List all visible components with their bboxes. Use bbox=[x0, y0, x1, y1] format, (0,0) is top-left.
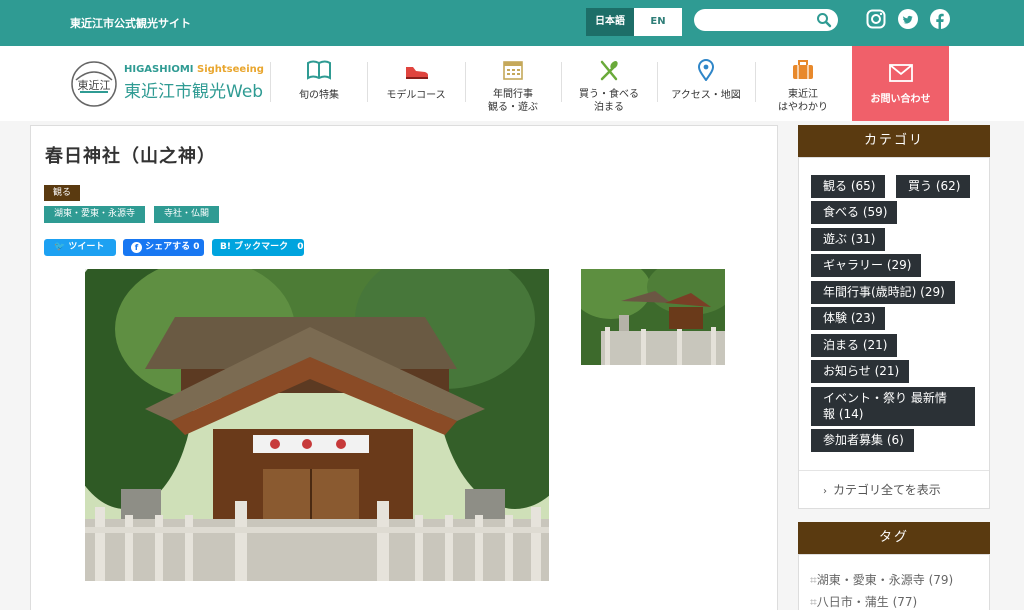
tag-icon: ⌗ bbox=[810, 573, 817, 587]
tag-heading: タグ bbox=[798, 522, 990, 554]
nav-model-course[interactable]: モデルコース bbox=[368, 46, 464, 121]
category-link[interactable]: 観る (65) bbox=[811, 175, 886, 198]
twitter-bird-icon: 🐦 bbox=[54, 242, 66, 252]
category-link[interactable]: 体験 (23) bbox=[811, 307, 886, 330]
nav-shop-eat-stay[interactable]: 買う・食べる 泊まる bbox=[562, 46, 656, 121]
shoe-icon bbox=[406, 67, 428, 79]
facebook-share-count: 0 bbox=[193, 242, 200, 252]
nav-feature[interactable]: 旬の特集 bbox=[272, 46, 366, 121]
nav-divider bbox=[270, 62, 271, 102]
site-logo[interactable]: 東近江 HIGASHIOMI Sightseeing 東近江市観光Web bbox=[68, 60, 268, 110]
area-tag[interactable]: 湖東・愛東・永源寺 bbox=[44, 206, 146, 223]
tweet-button[interactable]: 🐦 ツイート bbox=[44, 239, 116, 256]
tag-link[interactable]: ⌗湖東・愛東・永源寺 (79) bbox=[810, 571, 953, 588]
instagram-icon[interactable] bbox=[866, 9, 886, 29]
nav-label: アクセス・地図 bbox=[671, 90, 741, 101]
suitcase-icon bbox=[793, 60, 813, 79]
shrine-main-photo[interactable] bbox=[85, 269, 549, 581]
nav-label: モデルコース bbox=[386, 90, 446, 101]
hatena-bookmark-button[interactable]: B! ブックマーク 0 bbox=[212, 239, 304, 256]
nav-label: 東近江 はやわかり bbox=[778, 89, 828, 113]
nav-access-map[interactable]: アクセス・地図 bbox=[658, 46, 754, 121]
article-panel: 春日神社（山之神） 観る 湖東・愛東・永源寺 寺社・仏閣 🐦 ツイート f シェ… bbox=[30, 125, 778, 610]
tag-label: 湖東・愛東・永源寺 (79) bbox=[816, 573, 954, 587]
category-link[interactable]: お知らせ (21) bbox=[811, 360, 910, 383]
category-link[interactable]: ギャラリー (29) bbox=[811, 254, 922, 277]
category-link[interactable]: 参加者募集 (6) bbox=[811, 429, 914, 452]
show-all-categories-link[interactable]: › カテゴリ全てを表示 bbox=[823, 481, 941, 498]
envelope-icon bbox=[889, 64, 913, 82]
language-switcher: 日本語 EN bbox=[586, 8, 682, 36]
facebook-f-icon: f bbox=[131, 242, 142, 253]
category-link[interactable]: 年間行事(歳時記) (29) bbox=[811, 281, 955, 304]
nav-label: 旬の特集 bbox=[299, 90, 339, 101]
chevron-right-icon: › bbox=[823, 486, 827, 497]
utensils-icon bbox=[600, 60, 618, 81]
category-link[interactable]: 泊まる (21) bbox=[811, 334, 898, 357]
logo-emblem-icon: 東近江 bbox=[71, 61, 117, 107]
hatena-b-icon: B! bbox=[220, 242, 231, 252]
calendar-icon bbox=[503, 61, 523, 80]
facebook-icon[interactable] bbox=[930, 9, 950, 29]
nav-annual-events[interactable]: 年間行事 観る・遊ぶ bbox=[466, 46, 560, 121]
map-pin-icon bbox=[697, 59, 715, 81]
book-icon bbox=[307, 60, 331, 80]
category-link[interactable]: 食べる (59) bbox=[811, 201, 898, 224]
category-tag[interactable]: 観る bbox=[44, 185, 81, 201]
nav-quick-guide[interactable]: 東近江 はやわかり bbox=[756, 46, 850, 121]
category-heading: カテゴリ bbox=[798, 125, 990, 157]
hatena-count: 0 bbox=[297, 242, 304, 252]
top-bar: 東近江市公式観光サイト 日本語 EN bbox=[0, 0, 1024, 46]
hatena-label: ブックマーク bbox=[234, 242, 289, 252]
twitter-icon[interactable] bbox=[898, 9, 918, 29]
search-box bbox=[694, 9, 838, 32]
logo-english: HIGASHIOMI Sightseeing bbox=[124, 64, 264, 75]
logo-japanese: 東近江市観光Web bbox=[124, 82, 264, 102]
page-title: 春日神社（山之神） bbox=[45, 146, 216, 167]
nav-label: 年間行事 観る・遊ぶ bbox=[488, 89, 538, 113]
facebook-share-label: シェアする bbox=[145, 242, 191, 252]
nav-label: 買う・食べる 泊まる bbox=[579, 89, 639, 113]
category-link[interactable]: 遊ぶ (31) bbox=[811, 228, 886, 251]
tag-link[interactable]: ⌗八日市・蒲生 (77) bbox=[810, 593, 917, 610]
contact-label: お問い合わせ bbox=[870, 94, 931, 105]
tag-label: 八日市・蒲生 (77) bbox=[816, 595, 918, 609]
svg-text:東近江: 東近江 bbox=[78, 79, 111, 92]
lang-en-button[interactable]: EN bbox=[634, 8, 682, 36]
search-input[interactable] bbox=[704, 9, 822, 32]
sidebar-divider bbox=[799, 470, 989, 471]
facebook-share-button[interactable]: f シェアする 0 bbox=[123, 239, 204, 256]
search-icon[interactable] bbox=[816, 12, 832, 28]
show-all-label: カテゴリ全てを表示 bbox=[833, 483, 941, 497]
category-link[interactable]: 買う (62) bbox=[896, 175, 971, 198]
contact-button[interactable]: お問い合わせ bbox=[852, 46, 949, 121]
genre-tag[interactable]: 寺社・仏閣 bbox=[154, 206, 220, 223]
site-label: 東近江市公式観光サイト bbox=[70, 17, 191, 30]
shrine-thumbnail-photo[interactable] bbox=[581, 269, 725, 365]
category-link[interactable]: イベント・祭り 最新情 報 (14) bbox=[811, 387, 975, 426]
lang-ja-button[interactable]: 日本語 bbox=[586, 8, 634, 36]
tweet-label: ツイート bbox=[68, 242, 105, 252]
tag-icon: ⌗ bbox=[810, 595, 817, 609]
